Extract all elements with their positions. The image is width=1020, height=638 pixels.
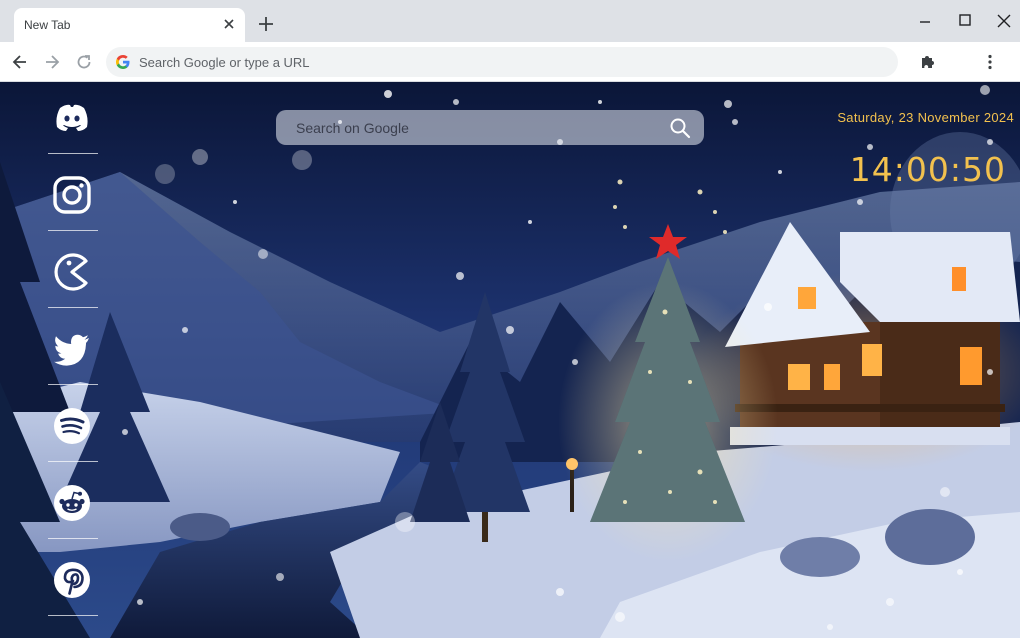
divider [48,538,98,539]
tab-title: New Tab [24,18,71,32]
tab-strip: New Tab [0,0,1020,42]
pacman-icon[interactable] [52,252,92,292]
window-close-icon[interactable] [995,12,1013,30]
new-tab-icon[interactable] [256,14,276,34]
divider [48,615,98,616]
divider [48,153,98,154]
new-tab-page: Saturday, 23 November 2024 14:00:50 [0,82,1020,638]
kebab-menu-icon[interactable] [980,52,1000,72]
forward-icon[interactable] [42,52,62,72]
shortcut-sidebar [46,96,100,635]
minimize-icon[interactable] [916,12,934,30]
divider [48,461,98,462]
shortcut-reddit[interactable] [46,481,100,558]
divider [48,230,98,231]
discord-icon[interactable] [52,98,92,138]
divider [48,307,98,308]
reload-icon[interactable] [74,52,94,72]
browser-toolbar: Search Google or type a URL [0,42,1020,82]
twitter-icon[interactable] [52,329,92,369]
extensions-puzzle-icon[interactable] [918,52,938,72]
address-bar[interactable]: Search Google or type a URL [106,47,898,77]
search-icon[interactable] [668,116,692,140]
shortcut-instagram[interactable] [46,173,100,250]
maximize-icon[interactable] [956,12,974,30]
back-icon[interactable] [10,52,30,72]
address-bar-placeholder: Search Google or type a URL [139,55,310,70]
shortcut-pinterest[interactable] [46,558,100,635]
reddit-icon[interactable] [52,483,92,523]
spotify-icon[interactable] [52,406,92,446]
shortcut-pacman[interactable] [46,250,100,327]
divider [48,384,98,385]
google-search-box[interactable] [276,110,704,145]
shortcut-discord[interactable] [46,96,100,173]
pinterest-icon[interactable] [52,560,92,600]
google-icon [116,55,130,69]
tab-new-tab[interactable]: New Tab [14,8,245,42]
instagram-icon[interactable] [52,175,92,215]
shortcut-twitter[interactable] [46,327,100,404]
google-search-input[interactable] [296,118,656,138]
shortcut-spotify[interactable] [46,404,100,481]
clock-time: 14:00:50 [849,150,1006,189]
date-label: Saturday, 23 November 2024 [837,110,1014,125]
close-icon[interactable] [221,16,237,32]
